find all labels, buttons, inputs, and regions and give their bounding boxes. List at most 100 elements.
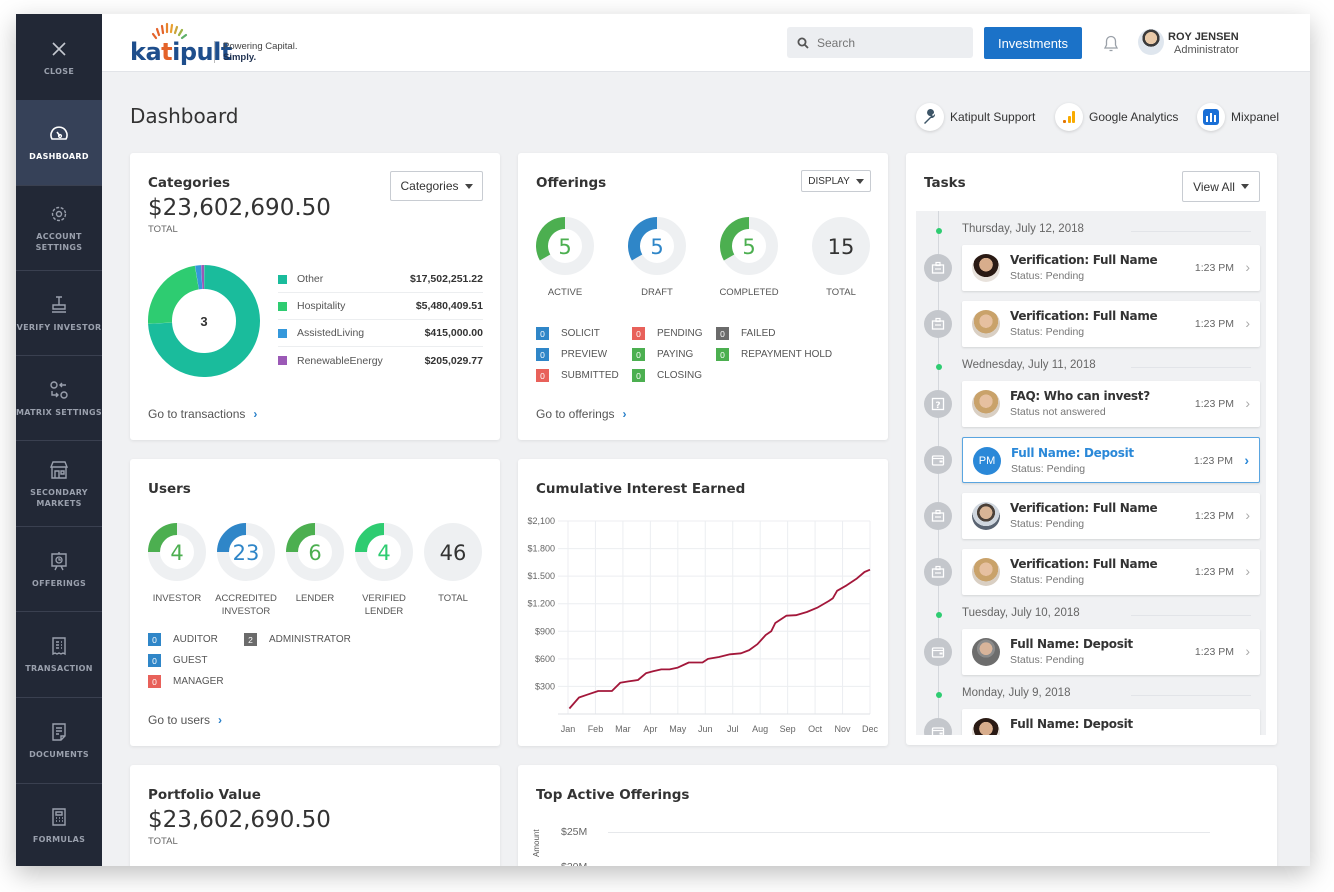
task-time: 1:23 PM bbox=[1194, 566, 1234, 578]
x-tick-label: May bbox=[669, 724, 687, 734]
top-header: katipult Powering Capital. Simply. Inves… bbox=[102, 14, 1310, 72]
view-all-dropdown[interactable]: View All bbox=[1182, 171, 1260, 202]
ext-link-label: Google Analytics bbox=[1089, 110, 1179, 124]
calculator-icon bbox=[52, 807, 66, 826]
ring-value: 5 bbox=[650, 235, 663, 259]
task-title: Full Name: Deposit bbox=[1010, 637, 1133, 651]
app-window: CLOSE DASHBOARD ACCOUNT SETTINGS VERIFY … bbox=[16, 14, 1310, 866]
notification-bell-icon[interactable] bbox=[1100, 32, 1122, 54]
tasks-list[interactable]: Thursday, July 12, 2018 Verification: Ful… bbox=[916, 211, 1266, 735]
sidebar-item-matrix-settings[interactable]: MATRIX SETTINGS bbox=[16, 356, 102, 441]
role-auditor: 0 AUDITOR bbox=[148, 633, 218, 646]
user-role: Administrator bbox=[1174, 44, 1239, 56]
y-tick-label: $1.800 bbox=[527, 544, 555, 554]
task-title: Verification: Full Name bbox=[1010, 253, 1158, 267]
chevron-right-icon: › bbox=[1245, 563, 1250, 579]
role-administrator: 2 ADMINISTRATOR bbox=[244, 633, 351, 646]
ring-label: COMPLETED bbox=[719, 287, 779, 298]
task-time: 1:23 PM bbox=[1193, 455, 1233, 467]
investments-button[interactable]: Investments bbox=[984, 27, 1082, 59]
task-time: 1:23 PM bbox=[1194, 398, 1234, 410]
ring-gauge: 4 bbox=[355, 523, 413, 581]
date-label: Monday, July 9, 2018 bbox=[962, 687, 1071, 699]
sidebar-item-secondary-markets[interactable]: SECONDARY MARKETS bbox=[16, 441, 102, 527]
stat-ring-total[interactable]: 46 TOTAL bbox=[424, 523, 482, 605]
task-date-header: Tuesday, July 10, 2018 bbox=[916, 607, 1256, 623]
search-input[interactable] bbox=[817, 35, 967, 50]
task-item[interactable]: Verification: Full Name Status: Pending 1:… bbox=[962, 493, 1260, 539]
task-item[interactable]: Verification: Full Name Status: Pending 1:… bbox=[962, 245, 1260, 291]
status-failed: 0 FAILED bbox=[716, 327, 775, 340]
task-status: Status: Pending bbox=[1010, 270, 1085, 282]
status-pending: 0 PENDING bbox=[632, 327, 703, 340]
sidebar-item-formulas[interactable]: FORMULAS bbox=[16, 784, 102, 866]
portfolio-value-card: Portfolio Value $23,602,690.50 TOTAL bbox=[130, 765, 500, 866]
task-title: FAQ: Who can invest? bbox=[1010, 389, 1150, 403]
caret-down-icon bbox=[1240, 184, 1249, 189]
timeline-dot-icon bbox=[936, 228, 942, 234]
mixpanel-icon bbox=[1197, 103, 1225, 131]
sidebar-item-account-settings[interactable]: ACCOUNT SETTINGS bbox=[16, 186, 102, 271]
y-tick-label: $600 bbox=[535, 654, 555, 664]
google-analytics-link[interactable]: Google Analytics bbox=[1055, 103, 1178, 131]
display-dropdown[interactable]: DISPLAY bbox=[801, 170, 871, 192]
x-tick-label: Oct bbox=[808, 724, 823, 734]
chevron-right-icon: › bbox=[622, 407, 627, 421]
id-badge-icon bbox=[924, 254, 952, 282]
sidebar-item-verify-investor[interactable]: VERIFY INVESTOR bbox=[16, 271, 102, 356]
legend-swatch bbox=[278, 356, 287, 365]
chevron-right-icon: › bbox=[253, 407, 258, 421]
stat-ring-total[interactable]: 15 TOTAL bbox=[812, 217, 870, 299]
user-avatar[interactable] bbox=[1138, 29, 1164, 55]
sidebar-close-button[interactable]: CLOSE bbox=[16, 14, 102, 100]
task-item[interactable]: Verification: Full Name Status: Pending 1:… bbox=[962, 301, 1260, 347]
status-submitted: 0 SUBMITTED bbox=[536, 369, 619, 382]
gauge-icon bbox=[50, 126, 68, 140]
y-tick-label: $2,100 bbox=[527, 516, 555, 526]
categories-dropdown[interactable]: Categories bbox=[390, 171, 483, 201]
stat-ring-completed[interactable]: 5 COMPLETED bbox=[719, 217, 779, 299]
task-item[interactable]: Full Name: Deposit Status: Pending 1:23 PM… bbox=[962, 629, 1260, 675]
go-to-users-link[interactable]: Go to users › bbox=[148, 713, 222, 727]
y-tick-label: $25M bbox=[561, 826, 588, 838]
user-name[interactable]: ROY JENSEN bbox=[1168, 31, 1239, 43]
status-closing: 0 CLOSING bbox=[632, 369, 702, 382]
task-title: Full Name: Deposit bbox=[1010, 717, 1133, 731]
ring-label: ACTIVE bbox=[547, 287, 583, 298]
id-badge-icon bbox=[924, 502, 952, 530]
role-guest: 0 GUEST bbox=[148, 654, 207, 667]
sidebar-item-offerings[interactable]: OFFERINGS bbox=[16, 527, 102, 612]
stat-ring-active[interactable]: 5 ACTIVE bbox=[536, 217, 594, 299]
stat-ring-draft[interactable]: 5 DRAFT bbox=[628, 217, 686, 299]
task-item[interactable]: Full Name: Deposit bbox=[962, 709, 1260, 735]
caret-down-icon bbox=[464, 183, 473, 189]
card-title: Categories bbox=[148, 175, 231, 191]
task-item[interactable]: Verification: Full Name Status: Pending 1:… bbox=[962, 549, 1260, 595]
ring-value: 46 bbox=[440, 541, 467, 565]
ring-value: 6 bbox=[308, 541, 321, 565]
avatar bbox=[972, 718, 1000, 735]
search-box[interactable] bbox=[787, 27, 973, 58]
avatar bbox=[972, 502, 1000, 530]
katipult-support-link[interactable]: Katipult Support bbox=[916, 103, 1035, 131]
ring-gauge: 46 bbox=[424, 523, 482, 581]
cumulative-interest-chart: Jan Feb Mar Apr May Jun Jul Aug Sep Oct Nov Dec $300… bbox=[527, 516, 878, 734]
series-line-cumulative-interest[interactable] bbox=[568, 568, 871, 710]
date-label: Wednesday, July 11, 2018 bbox=[962, 359, 1096, 371]
legend-row: Other $17,502,251.22 bbox=[278, 266, 483, 293]
task-status: Status not answered bbox=[1010, 406, 1106, 418]
mixpanel-link[interactable]: Mixpanel bbox=[1197, 103, 1279, 131]
go-to-offerings-link[interactable]: Go to offerings › bbox=[536, 407, 627, 421]
task-item[interactable]: PM Full Name: Deposit Status: Pending 1:23 … bbox=[962, 437, 1260, 483]
go-to-transactions-link[interactable]: Go to transactions › bbox=[148, 407, 257, 421]
timeline-dot-icon bbox=[936, 364, 942, 370]
users-card: Users 4 INVESTOR 23 ACCREDITED INVESTOR 6 LEND… bbox=[130, 459, 500, 746]
task-item[interactable]: FAQ: Who can invest? Status not answered 1… bbox=[962, 381, 1260, 427]
sidebar-item-dashboard[interactable]: DASHBOARD bbox=[16, 100, 102, 186]
sidebar-item-transaction[interactable]: TRANSACTION bbox=[16, 612, 102, 698]
sidebar-item-documents[interactable]: DOCUMENTS bbox=[16, 698, 102, 784]
id-badge-icon bbox=[924, 558, 952, 586]
card-title: Tasks bbox=[924, 175, 966, 191]
task-time: 1:23 PM bbox=[1194, 318, 1234, 330]
legend-row: RenewableEnergy $205,029.77 bbox=[278, 347, 483, 374]
